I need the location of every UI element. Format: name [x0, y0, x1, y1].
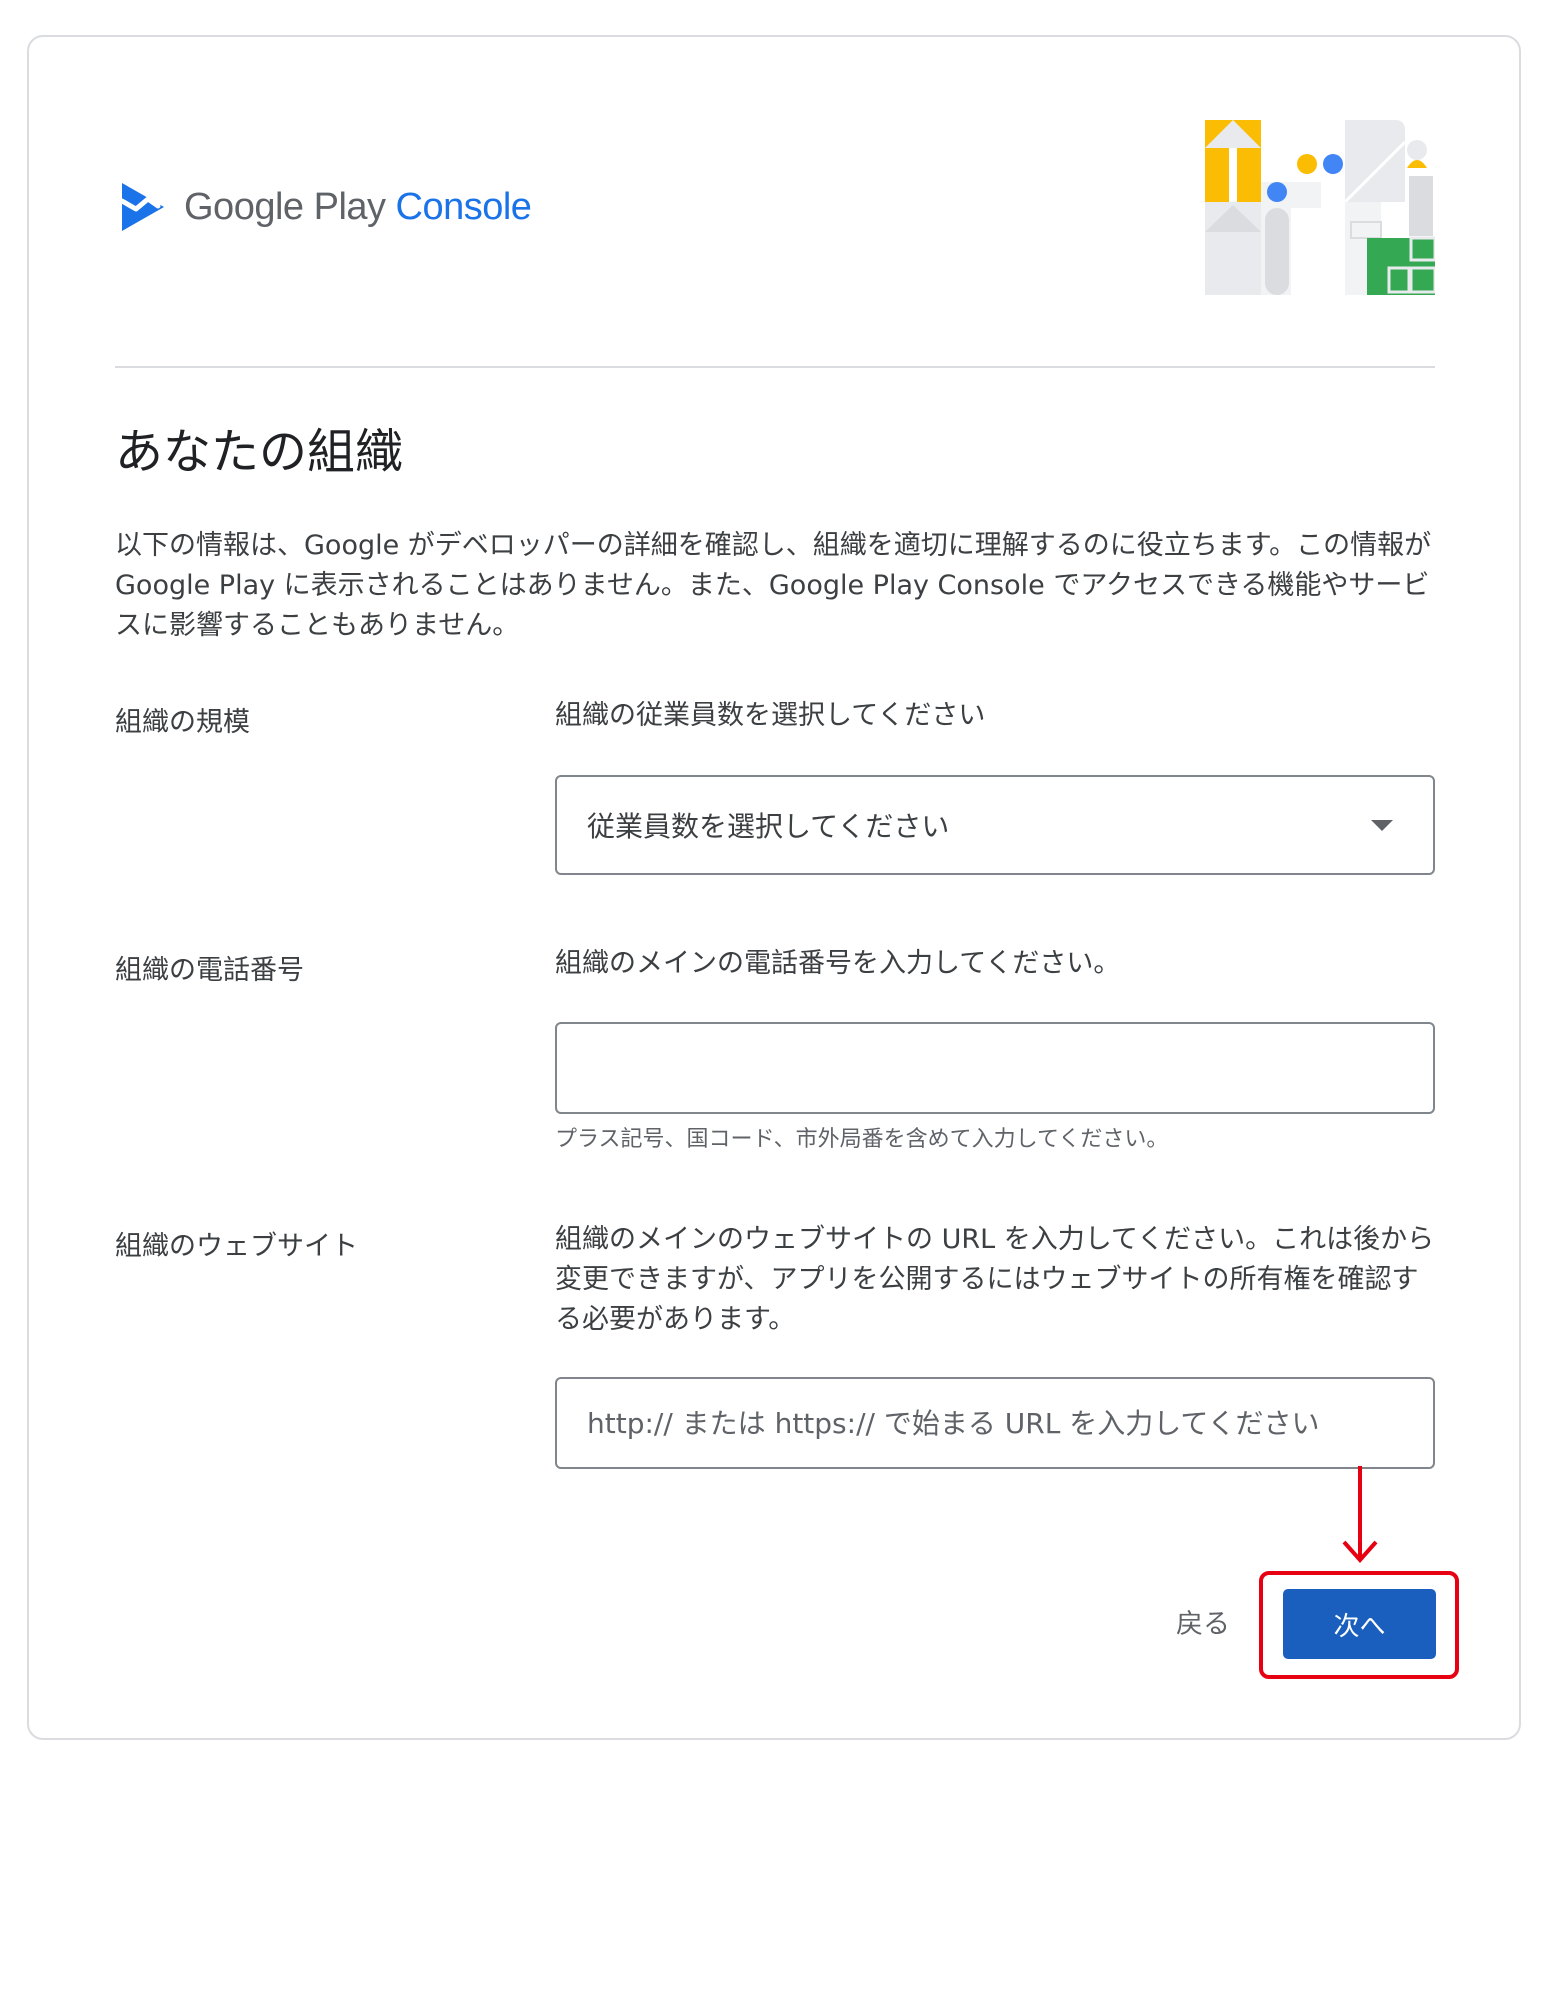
- next-button[interactable]: 次へ: [1283, 1589, 1436, 1659]
- play-console-logo-icon: [119, 183, 164, 231]
- back-button[interactable]: 戻る: [1163, 1596, 1243, 1646]
- google-play-console-logo: Google Play Console: [118, 178, 532, 236]
- header-illustration: [1205, 120, 1435, 295]
- employee-count-select[interactable]: 従業員数を選択してください: [555, 775, 1435, 875]
- employee-count-select-value: 従業員数を選択してください: [587, 810, 950, 843]
- org-phone-label: 組織の電話番号: [115, 955, 304, 986]
- page-title: あなたの組織: [115, 424, 404, 480]
- org-size-description: 組織の従業員数を選択してください: [555, 700, 986, 731]
- phone-number-input[interactable]: [555, 1022, 1435, 1114]
- logo-wordmark: Google Play Console: [184, 185, 532, 228]
- org-website-label: 組織のウェブサイト: [115, 1231, 358, 1262]
- org-phone-description: 組織のメインの電話番号を入力してください。: [555, 948, 1121, 979]
- header-divider: [115, 366, 1435, 368]
- org-size-label: 組織の規模: [115, 707, 250, 738]
- phone-helper-text: プラス記号、国コード、市外局番を含めて入力してください。: [555, 1127, 1169, 1152]
- org-website-description: 組織のメインのウェブサイトの URL を入力してください。これは後から変更できま…: [555, 1224, 1435, 1335]
- intro-text: 以下の情報は、Google がデベロッパーの詳細を確認し、組織を適切に理解するの…: [115, 530, 1432, 641]
- caret-down-icon: [1371, 819, 1393, 831]
- website-url-input[interactable]: [555, 1377, 1435, 1469]
